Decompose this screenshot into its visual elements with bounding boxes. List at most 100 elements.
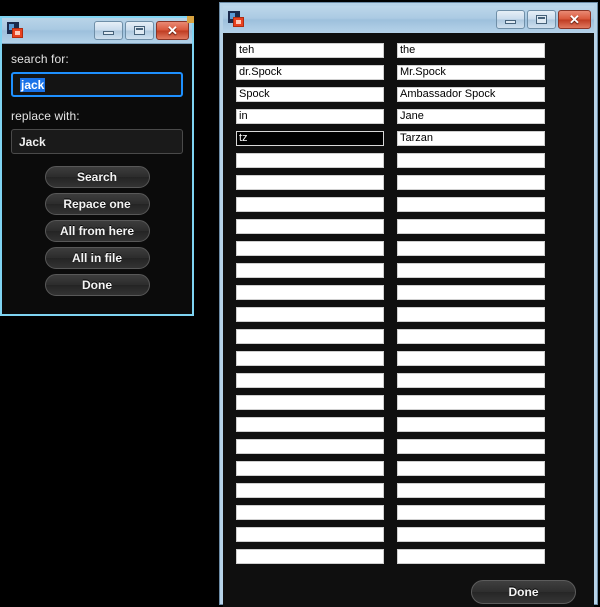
table-row — [236, 505, 581, 520]
replace-input[interactable]: the — [397, 43, 545, 58]
replace-input[interactable] — [397, 329, 545, 344]
find-input[interactable] — [236, 417, 384, 432]
find-input[interactable] — [236, 285, 384, 300]
replace-one-button[interactable]: Repace one — [44, 193, 150, 215]
replace-input[interactable] — [397, 439, 545, 454]
table-row — [236, 263, 581, 278]
find-input[interactable] — [236, 461, 384, 476]
find-input[interactable] — [236, 483, 384, 498]
dialog-button-stack: Search Repace one All from here All in f… — [11, 166, 183, 296]
minimize-button[interactable] — [94, 21, 123, 40]
find-input[interactable] — [236, 329, 384, 344]
search-for-label: search for: — [11, 52, 69, 66]
replace-input[interactable] — [397, 153, 545, 168]
replacements-window-inner: ✕ teh the dr.Spock Mr.Spock Spock Ambassador … — [223, 6, 594, 607]
search-for-input[interactable]: jack — [11, 72, 183, 97]
find-input[interactable]: teh — [236, 43, 384, 58]
close-button[interactable]: ✕ — [156, 21, 189, 40]
app-icon — [228, 11, 245, 28]
replacements-window-controls: ✕ — [496, 10, 591, 29]
replace-input[interactable] — [397, 461, 545, 476]
find-input[interactable] — [236, 263, 384, 278]
find-input[interactable] — [236, 175, 384, 190]
search-button[interactable]: Search — [44, 166, 150, 188]
maximize-icon — [134, 26, 145, 35]
replacements-titlebar[interactable]: ✕ — [223, 6, 594, 33]
find-input[interactable] — [236, 219, 384, 234]
find-input[interactable] — [236, 351, 384, 366]
find-input[interactable] — [236, 395, 384, 410]
table-row: teh the — [236, 43, 581, 58]
find-input[interactable] — [236, 241, 384, 256]
find-input[interactable]: dr.Spock — [236, 65, 384, 80]
find-input[interactable]: Spock — [236, 87, 384, 102]
replace-with-value: Jack — [19, 134, 46, 149]
find-input[interactable] — [236, 549, 384, 564]
replace-input[interactable] — [397, 351, 545, 366]
search-for-value: jack — [20, 77, 46, 92]
replace-input[interactable]: Jane — [397, 109, 545, 124]
minimize-icon — [505, 20, 516, 24]
table-row — [236, 307, 581, 322]
replace-input[interactable] — [397, 263, 545, 278]
replace-input[interactable] — [397, 527, 545, 542]
replacements-done-button[interactable]: Done — [471, 580, 576, 604]
replace-input[interactable] — [397, 307, 545, 322]
replace-input[interactable] — [397, 417, 545, 432]
table-row — [236, 219, 581, 234]
find-input[interactable] — [236, 373, 384, 388]
table-row: in Jane — [236, 109, 581, 124]
replace-input[interactable] — [397, 549, 545, 564]
table-row — [236, 395, 581, 410]
maximize-icon — [536, 15, 547, 24]
minimize-button[interactable] — [496, 10, 525, 29]
find-input[interactable] — [236, 307, 384, 322]
table-row — [236, 197, 581, 212]
find-input[interactable] — [236, 439, 384, 454]
find-input[interactable] — [236, 505, 384, 520]
table-row — [236, 153, 581, 168]
replace-input[interactable]: Ambassador Spock — [397, 87, 545, 102]
app-icon — [7, 22, 24, 39]
replace-input[interactable] — [397, 285, 545, 300]
replace-input[interactable] — [397, 505, 545, 520]
replace-input[interactable]: Mr.Spock — [397, 65, 545, 80]
replace-input[interactable] — [397, 219, 545, 234]
search-replace-titlebar[interactable]: ✕ — [2, 16, 194, 44]
table-row — [236, 285, 581, 300]
table-row — [236, 483, 581, 498]
find-input[interactable]: tz — [236, 131, 384, 146]
find-input[interactable] — [236, 527, 384, 542]
maximize-button[interactable] — [125, 21, 154, 40]
table-row — [236, 417, 581, 432]
table-row — [236, 241, 581, 256]
replacement-pairs-list: teh the dr.Spock Mr.Spock Spock Ambassador Sp… — [223, 33, 594, 571]
replace-input[interactable] — [397, 373, 545, 388]
close-icon: ✕ — [167, 23, 178, 38]
replace-with-input[interactable]: Jack — [11, 129, 183, 154]
desktop: ✕ search for: jack replace with: Jack Se… — [0, 0, 600, 607]
replacements-window: ✕ teh the dr.Spock Mr.Spock Spock Ambassador … — [219, 2, 598, 607]
replace-with-label: replace with: — [11, 109, 80, 123]
dialog-done-button[interactable]: Done — [44, 274, 150, 296]
maximize-button[interactable] — [527, 10, 556, 29]
close-icon: ✕ — [569, 12, 580, 27]
table-row — [236, 549, 581, 564]
replace-input[interactable] — [397, 395, 545, 410]
find-input[interactable] — [236, 153, 384, 168]
all-in-file-button[interactable]: All in file — [44, 247, 150, 269]
find-input[interactable] — [236, 197, 384, 212]
table-row — [236, 329, 581, 344]
replace-input[interactable] — [397, 483, 545, 498]
close-button[interactable]: ✕ — [558, 10, 591, 29]
replace-input[interactable] — [397, 241, 545, 256]
replace-input[interactable]: Tarzan — [397, 131, 545, 146]
search-replace-dialog: ✕ search for: jack replace with: Jack Se… — [0, 16, 194, 316]
find-input[interactable]: in — [236, 109, 384, 124]
table-row — [236, 373, 581, 388]
resize-corner-nub[interactable] — [187, 16, 194, 23]
table-row — [236, 175, 581, 190]
replace-input[interactable] — [397, 175, 545, 190]
replace-input[interactable] — [397, 197, 545, 212]
all-from-here-button[interactable]: All from here — [44, 220, 150, 242]
